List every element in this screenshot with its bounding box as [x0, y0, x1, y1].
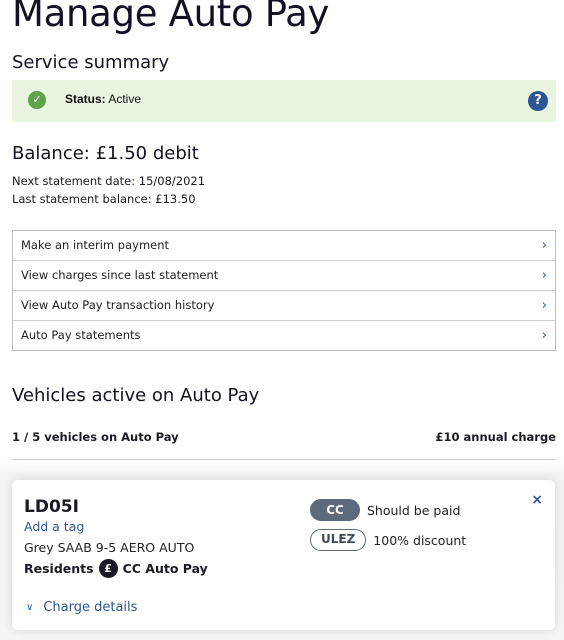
charge-row-cc: CC Should be paid — [310, 499, 460, 521]
scheme-label: CC Auto Pay — [122, 561, 208, 576]
close-icon[interactable]: × — [531, 492, 543, 508]
ulez-badge: ULEZ — [310, 529, 367, 551]
menu-item-label: Make an interim payment — [21, 238, 170, 252]
residents-label: Residents — [24, 561, 94, 576]
actions-menu: Make an interim payment › View charges s… — [12, 230, 556, 351]
charge-details-label: Charge details — [43, 600, 138, 615]
status-value: Active — [108, 92, 142, 106]
add-tag-link[interactable]: Add a tag — [24, 519, 84, 534]
chevron-right-icon: › — [541, 328, 547, 343]
menu-item-transaction-history[interactable]: View Auto Pay transaction history › — [13, 291, 555, 321]
charge-details-toggle[interactable]: ∨ Charge details — [26, 600, 137, 615]
check-circle-icon: ✓ — [28, 91, 46, 109]
menu-item-view-charges[interactable]: View charges since last statement › — [13, 261, 555, 291]
cc-status: Should be paid — [367, 502, 461, 518]
charge-row-ulez: ULEZ 100% discount — [310, 529, 466, 551]
pound-icon: £ — [98, 559, 118, 578]
ulez-status: 100% discount — [373, 532, 467, 548]
chevron-right-icon: › — [541, 268, 547, 283]
last-statement-balance: Last statement balance: £13.50 — [12, 192, 196, 206]
page-title: Manage Auto Pay — [12, 0, 330, 35]
status-text: Status: Active — [65, 92, 141, 106]
cc-badge: CC — [310, 499, 360, 521]
next-statement-date: Next statement date: 15/08/2021 — [12, 174, 206, 188]
vehicle-plate: LD05I — [24, 497, 79, 517]
menu-item-label: View charges since last statement — [21, 268, 219, 282]
vehicle-card: LD05I Add a tag Grey SAAB 9-5 AERO AUTO … — [12, 480, 555, 630]
balance-heading: Balance: £1.50 debit — [12, 143, 199, 164]
menu-item-label: Auto Pay statements — [21, 328, 141, 342]
menu-item-statements[interactable]: Auto Pay statements › — [13, 321, 555, 350]
service-summary-title: Service summary — [12, 52, 170, 73]
vehicle-count: 1 / 5 vehicles on Auto Pay — [12, 430, 179, 444]
vehicles-title: Vehicles active on Auto Pay — [12, 385, 260, 406]
menu-item-label: View Auto Pay transaction history — [21, 298, 215, 312]
chevron-right-icon: › — [541, 238, 547, 253]
annual-charge: £10 annual charge — [435, 430, 556, 444]
chevron-right-icon: › — [541, 298, 547, 313]
status-label: Status: — [65, 92, 106, 106]
divider — [12, 459, 556, 460]
vehicle-description: Grey SAAB 9-5 AERO AUTO — [24, 540, 195, 555]
chevron-down-icon: ∨ — [26, 602, 34, 613]
menu-item-interim-payment[interactable]: Make an interim payment › — [13, 231, 555, 261]
status-panel: ✓ Status: Active ? — [12, 80, 556, 122]
residents-line: Residents £ CC Auto Pay — [24, 559, 208, 578]
question-circle-icon[interactable]: ? — [528, 91, 548, 111]
